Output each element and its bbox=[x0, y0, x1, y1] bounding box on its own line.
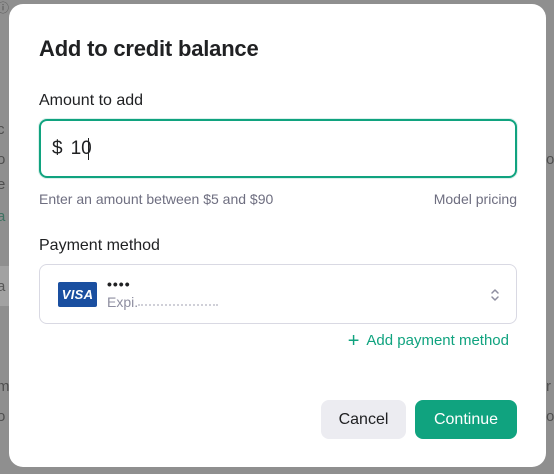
dialog-title: Add to credit balance bbox=[39, 36, 259, 61]
amount-input[interactable] bbox=[70, 137, 471, 160]
card-info: •••• Expi. bbox=[107, 276, 219, 311]
background-glyph: c bbox=[0, 121, 5, 138]
background-glyph: o bbox=[546, 408, 554, 425]
visa-card-icon: VISA bbox=[58, 281, 97, 307]
add-credit-dialog: Add to credit balance Amount to add $ En… bbox=[9, 4, 546, 467]
chevron-up-down-icon bbox=[491, 289, 499, 301]
background-glyph: o bbox=[0, 151, 6, 168]
currency-symbol: $ bbox=[52, 137, 63, 159]
redacted-expiry bbox=[138, 300, 219, 307]
amount-label: Amount to add bbox=[39, 92, 144, 109]
background-glyph: e bbox=[0, 176, 6, 193]
add-payment-method-label: Add payment method bbox=[366, 332, 509, 349]
payment-method-label: Payment method bbox=[39, 237, 160, 254]
background-glyph: a bbox=[0, 208, 6, 225]
card-expiry-prefix: Expi. bbox=[107, 294, 139, 310]
cancel-button[interactable]: Cancel bbox=[321, 400, 406, 439]
background-glyph: ⓘ bbox=[0, 1, 10, 15]
card-masked-number: •••• bbox=[107, 276, 131, 292]
background-glyph: r bbox=[546, 378, 551, 395]
text-caret bbox=[87, 137, 90, 160]
card-expiry: Expi. bbox=[107, 293, 219, 311]
amount-hint: Enter an amount between $5 and $90 bbox=[39, 191, 274, 207]
payment-method-select[interactable]: VISA •••• Expi. bbox=[39, 264, 517, 324]
background-glyph: o bbox=[0, 408, 6, 425]
model-pricing-link[interactable]: Model pricing bbox=[434, 191, 517, 207]
amount-field[interactable]: $ bbox=[39, 119, 517, 178]
add-payment-method-link[interactable]: + Add payment method bbox=[347, 329, 509, 352]
plus-icon: + bbox=[347, 329, 360, 352]
background-glyph: a bbox=[0, 278, 6, 295]
background-glyph: o bbox=[546, 151, 554, 168]
continue-button[interactable]: Continue bbox=[415, 400, 517, 439]
